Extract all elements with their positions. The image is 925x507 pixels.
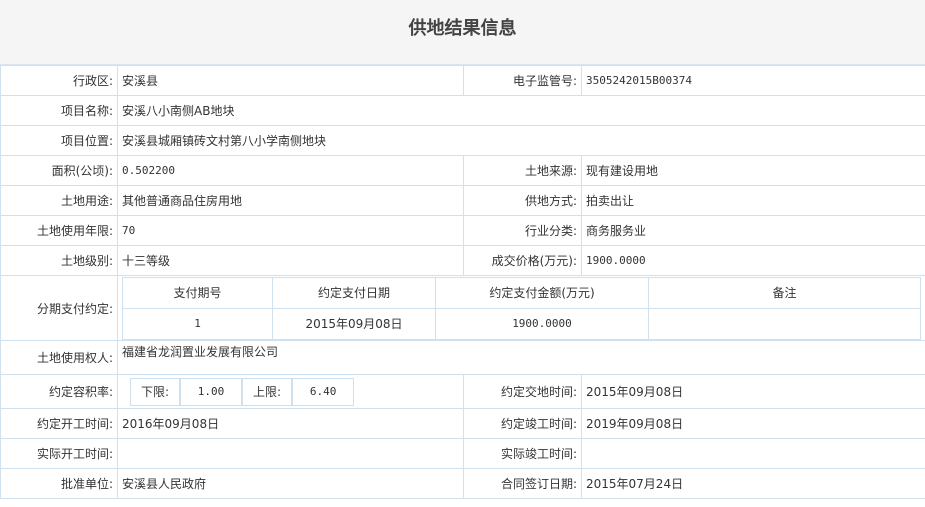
installments-table: 支付期号 约定支付日期 约定支付金额(万元) 备注 1 2015年09月08日 … [122, 276, 921, 340]
row-actual-start: 实际开工时间: 实际竣工时间: [0, 438, 925, 469]
project-location-value: 安溪县城厢镇砖文村第八小学南侧地块 [117, 125, 925, 156]
start-date-label: 约定开工时间: [0, 408, 118, 439]
row-approver: 批准单位: 安溪县人民政府 合同签订日期: 2015年07月24日 [0, 468, 925, 499]
row-far: 约定容积率: 下限: 1.00 上限: 6.40 约定交地时间: 2015年09… [0, 374, 925, 409]
far-lower-value: 1.00 [180, 377, 243, 406]
installment-period: 1 [122, 307, 273, 340]
far-upper-value: 6.40 [292, 377, 355, 406]
installments-cell: 支付期号 约定支付日期 约定支付金额(万元) 备注 1 2015年09月08日 … [117, 275, 925, 341]
row-installments: 分期支付约定: 支付期号 约定支付日期 约定支付金额(万元) 备注 1 2015… [0, 275, 925, 341]
land-user-label: 土地使用权人: [0, 340, 118, 375]
area-value: 0.502200 [117, 155, 464, 186]
row-area: 面积(公顷): 0.502200 土地来源: 现有建设用地 [0, 155, 925, 186]
installments-header: 约定支付金额(万元) [435, 276, 649, 309]
actual-start-label: 实际开工时间: [0, 438, 118, 469]
actual-start-value [117, 438, 464, 469]
district-value: 安溪县 [117, 65, 464, 96]
row-district: 行政区: 安溪县 电子监管号: 3505242015B00374 [0, 65, 925, 96]
installment-amount: 1900.0000 [435, 307, 649, 340]
industry-label: 行业分类: [463, 215, 582, 246]
industry-value: 商务服务业 [581, 215, 925, 246]
land-use-label: 土地用途: [0, 185, 118, 216]
installments-label: 分期支付约定: [0, 275, 118, 341]
deal-price-value: 1900.0000 [581, 245, 925, 276]
district-label: 行政区: [0, 65, 118, 96]
page-title: 供地结果信息 [0, 0, 925, 65]
row-land-use: 土地用途: 其他普通商品住房用地 供地方式: 拍卖出让 [0, 185, 925, 216]
supply-method-label: 供地方式: [463, 185, 582, 216]
table-row: 1 2015年09月08日 1900.0000 [122, 307, 921, 340]
far-label: 约定容积率: [0, 374, 118, 409]
row-start-date: 约定开工时间: 2016年09月08日 约定竣工时间: 2019年09月08日 [0, 408, 925, 439]
row-project-location: 项目位置: 安溪县城厢镇砖文村第八小学南侧地块 [0, 125, 925, 156]
actual-finish-value [581, 438, 925, 469]
installment-remark [648, 307, 921, 340]
far-cell: 下限: 1.00 上限: 6.40 [117, 374, 464, 409]
project-name-value: 安溪八小南侧AB地块 [117, 95, 925, 126]
installments-header: 支付期号 [122, 276, 273, 309]
deal-price-label: 成交价格(万元): [463, 245, 582, 276]
land-use-value: 其他普通商品住房用地 [117, 185, 464, 216]
actual-finish-label: 实际竣工时间: [463, 438, 582, 469]
land-supply-result-table: 行政区: 安溪县 电子监管号: 3505242015B00374 项目名称: 安… [0, 65, 925, 499]
far-range: 下限: 1.00 上限: 6.40 [130, 377, 459, 406]
start-date-value: 2016年09月08日 [117, 408, 464, 439]
approver-label: 批准单位: [0, 468, 118, 499]
installments-header-row: 支付期号 约定支付日期 约定支付金额(万元) 备注 [122, 276, 921, 309]
contract-date-label: 合同签订日期: [463, 468, 582, 499]
finish-date-label: 约定竣工时间: [463, 408, 582, 439]
land-level-value: 十三等级 [117, 245, 464, 276]
row-land-user: 土地使用权人: 福建省龙润置业发展有限公司 [0, 340, 925, 375]
contract-date-value: 2015年07月24日 [581, 468, 925, 499]
installment-date: 2015年09月08日 [272, 307, 436, 340]
supervision-no-label: 电子监管号: [463, 65, 582, 96]
project-name-label: 项目名称: [0, 95, 118, 126]
installments-header: 备注 [648, 276, 921, 309]
row-land-level: 土地级别: 十三等级 成交价格(万元): 1900.0000 [0, 245, 925, 276]
project-location-label: 项目位置: [0, 125, 118, 156]
row-use-years: 土地使用年限: 70 行业分类: 商务服务业 [0, 215, 925, 246]
supply-method-value: 拍卖出让 [581, 185, 925, 216]
land-user-value: 福建省龙润置业发展有限公司 [117, 340, 925, 375]
land-source-label: 土地来源: [463, 155, 582, 186]
land-source-value: 现有建设用地 [581, 155, 925, 186]
use-years-label: 土地使用年限: [0, 215, 118, 246]
row-project-name: 项目名称: 安溪八小南侧AB地块 [0, 95, 925, 126]
handover-date-value: 2015年09月08日 [581, 374, 925, 409]
far-upper-label: 上限: [242, 377, 293, 406]
approver-value: 安溪县人民政府 [117, 468, 464, 499]
area-label: 面积(公顷): [0, 155, 118, 186]
land-level-label: 土地级别: [0, 245, 118, 276]
installments-header: 约定支付日期 [272, 276, 436, 309]
use-years-value: 70 [117, 215, 464, 246]
far-lower-label: 下限: [130, 377, 181, 406]
finish-date-value: 2019年09月08日 [581, 408, 925, 439]
handover-date-label: 约定交地时间: [463, 374, 582, 409]
supervision-no-value: 3505242015B00374 [581, 65, 925, 96]
